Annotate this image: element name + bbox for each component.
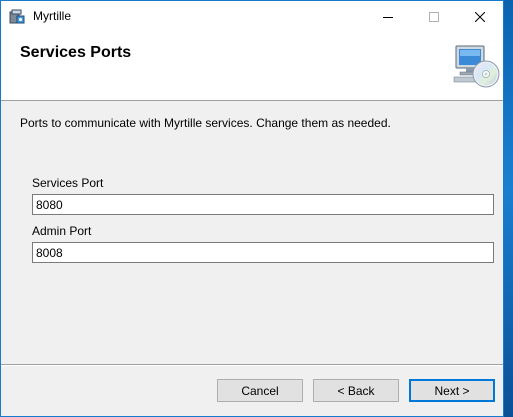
- close-button[interactable]: [457, 1, 503, 32]
- minimize-button[interactable]: [365, 1, 411, 32]
- close-icon: [475, 11, 485, 22]
- window-title: Myrtille: [33, 9, 71, 23]
- next-button[interactable]: Next >: [409, 379, 495, 402]
- wizard-header: Services Ports: [1, 32, 503, 101]
- installer-window: Myrtille Services Ports Ports to communi…: [0, 0, 504, 417]
- cancel-button[interactable]: Cancel: [217, 379, 303, 402]
- services-port-label: Services Port: [32, 176, 104, 190]
- minimize-icon: [383, 16, 393, 18]
- back-button[interactable]: < Back: [313, 379, 399, 402]
- admin-port-label: Admin Port: [32, 224, 92, 238]
- computer-disc-icon: [453, 45, 500, 88]
- admin-port-input[interactable]: [32, 242, 494, 263]
- services-port-input[interactable]: [32, 194, 494, 215]
- installer-icon: [9, 9, 25, 24]
- maximize-button[interactable]: [411, 1, 457, 32]
- maximize-icon: [429, 11, 439, 22]
- title-bar[interactable]: Myrtille: [1, 1, 503, 32]
- page-description: Ports to communicate with Myrtille servi…: [20, 116, 391, 130]
- page-title: Services Ports: [20, 44, 132, 61]
- footer-divider: [1, 364, 503, 366]
